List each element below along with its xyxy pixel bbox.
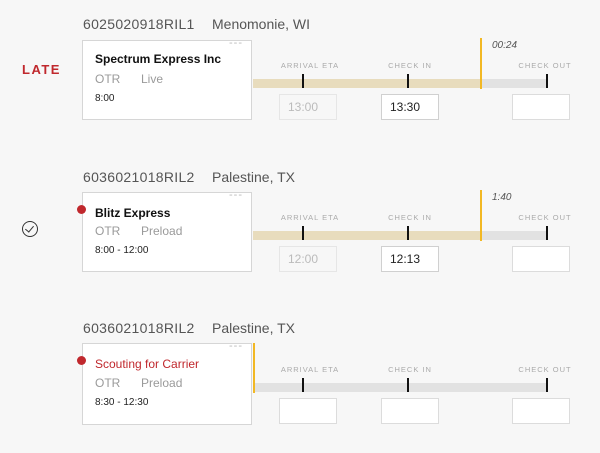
shipment-row: 6036021018RIL2 Palestine, TX --- Scoutin… <box>0 303 600 453</box>
check-out-field[interactable] <box>512 246 570 272</box>
carrier-name: Spectrum Express Inc <box>95 52 222 66</box>
arrival-eta-field[interactable] <box>279 398 337 424</box>
transport-mode: OTR <box>95 224 121 238</box>
progress-track <box>253 383 548 392</box>
shipment-row: LATE 6025020918RIL1 Menomonie, WI --- Sp… <box>0 0 600 150</box>
card-menu-icon[interactable]: --- <box>229 189 243 201</box>
appointment-window: 8:00 <box>95 93 115 104</box>
carrier-card[interactable]: --- Spectrum Express Inc OTR Live 8:00 <box>82 37 252 120</box>
late-status-label: LATE <box>22 62 61 77</box>
elapsed-time: 1:40 <box>492 192 512 203</box>
transport-mode: OTR <box>95 72 121 86</box>
check-circle-icon <box>22 221 38 237</box>
check-out-tick <box>546 226 548 240</box>
location: Palestine, TX <box>212 320 296 336</box>
check-in-label: CHECK IN <box>388 365 432 374</box>
progress-track <box>253 231 548 240</box>
current-time-marker <box>480 38 482 89</box>
appointment-window: 8:30 - 12:30 <box>95 397 149 408</box>
load-id[interactable]: 6025020918RIL1 <box>83 16 195 32</box>
load-type: Preload <box>141 224 183 238</box>
check-in-field[interactable]: 13:30 <box>381 94 439 120</box>
check-in-label: CHECK IN <box>388 61 432 70</box>
shipment-row: 6036021018RIL2 Palestine, TX --- Blitz E… <box>0 152 600 302</box>
carrier-name: Blitz Express <box>95 206 171 220</box>
progress-fill <box>253 231 480 240</box>
card-menu-icon[interactable]: --- <box>229 37 243 49</box>
location: Menomonie, WI <box>212 16 311 32</box>
check-in-tick <box>407 74 409 88</box>
check-in-tick <box>407 226 409 240</box>
elapsed-time: 00:24 <box>492 40 518 51</box>
check-out-label: CHECK OUT <box>518 61 572 70</box>
carrier-card[interactable]: --- Scouting for Carrier OTR Preload 8:3… <box>77 340 252 425</box>
arrival-eta-tick <box>302 226 304 240</box>
progress-fill <box>253 79 480 88</box>
check-in-field[interactable]: 12:13 <box>381 246 439 272</box>
load-id[interactable]: 6036021018RIL2 <box>83 320 195 336</box>
arrival-eta-field[interactable]: 12:00 <box>279 246 337 272</box>
red-dot-icon <box>77 205 86 214</box>
carrier-card[interactable]: --- Blitz Express OTR Preload 8:00 - 12:… <box>77 189 252 272</box>
red-dot-icon <box>77 356 86 365</box>
load-type: Live <box>141 72 164 86</box>
arrival-eta-field[interactable]: 13:00 <box>279 94 337 120</box>
arrival-eta-label: ARRIVAL ETA <box>280 365 340 374</box>
progress-track <box>253 79 548 88</box>
appointment-window: 8:00 - 12:00 <box>95 245 149 256</box>
location: Palestine, TX <box>212 169 296 185</box>
load-type: Preload <box>141 376 183 390</box>
check-out-tick <box>546 378 548 392</box>
check-in-field[interactable] <box>381 398 439 424</box>
check-out-label: CHECK OUT <box>518 213 572 222</box>
check-out-field[interactable] <box>512 94 570 120</box>
check-out-label: CHECK OUT <box>518 365 572 374</box>
arrival-eta-tick <box>302 378 304 392</box>
current-time-marker <box>480 190 482 241</box>
check-out-tick <box>546 74 548 88</box>
check-in-tick <box>407 378 409 392</box>
check-in-label: CHECK IN <box>388 213 432 222</box>
arrival-eta-label: ARRIVAL ETA <box>280 61 340 70</box>
load-id[interactable]: 6036021018RIL2 <box>83 169 195 185</box>
arrival-eta-tick <box>302 74 304 88</box>
transport-mode: OTR <box>95 376 121 390</box>
current-time-marker <box>253 343 255 393</box>
carrier-name: Scouting for Carrier <box>95 357 200 371</box>
arrival-eta-label: ARRIVAL ETA <box>280 213 340 222</box>
check-out-field[interactable] <box>512 398 570 424</box>
card-menu-icon[interactable]: --- <box>229 340 243 352</box>
